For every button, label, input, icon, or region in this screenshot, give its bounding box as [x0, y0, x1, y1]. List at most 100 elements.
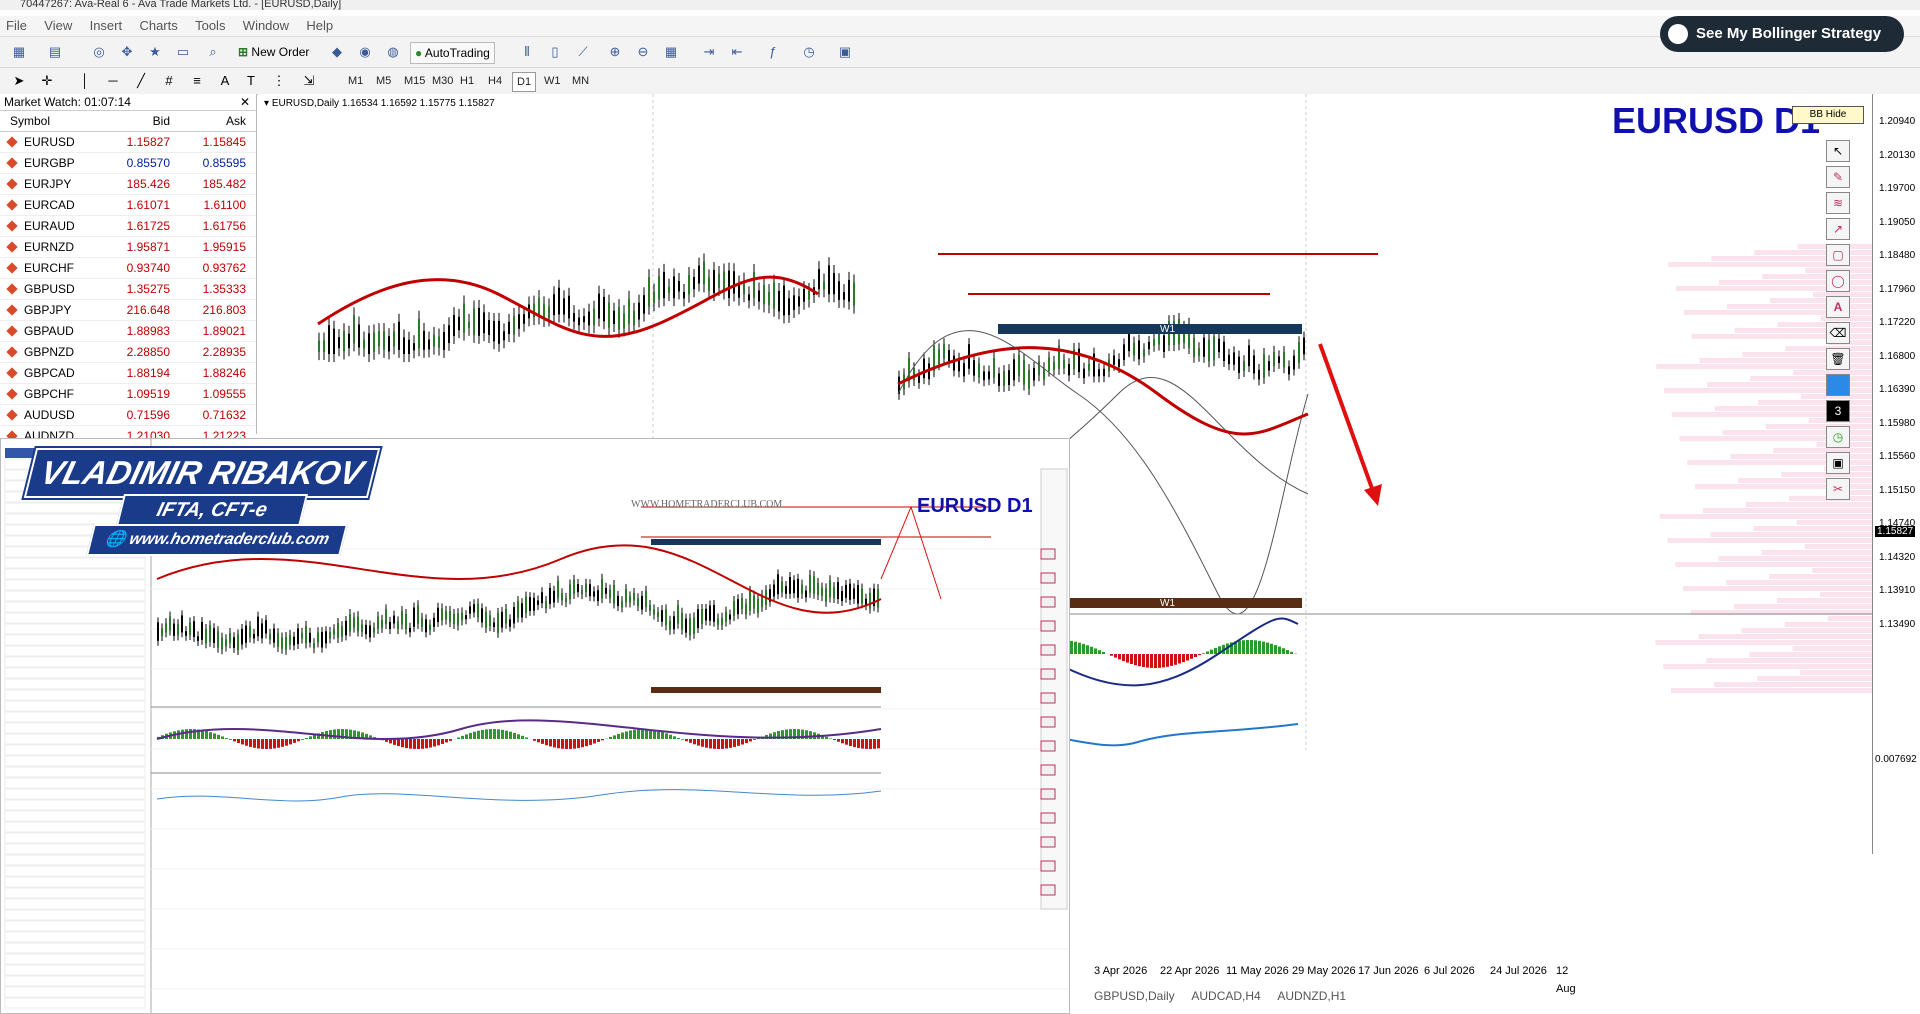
- candle-body: [1053, 362, 1055, 370]
- cursor-icon[interactable]: ➤: [10, 72, 28, 90]
- candlestick-icon[interactable]: ▯: [546, 43, 564, 61]
- volume-profile-bar: [1785, 622, 1872, 627]
- list-item[interactable]: EURCAD1.610711.61100: [0, 195, 256, 216]
- inset-candle-body: [197, 636, 199, 641]
- save-tool-icon[interactable]: ▣: [1826, 452, 1850, 474]
- list-item[interactable]: GBPCAD1.881941.88246: [0, 363, 256, 384]
- menu-view[interactable]: View: [44, 16, 72, 36]
- col-bid[interactable]: Bid: [153, 111, 170, 131]
- close-icon[interactable]: ✕: [240, 94, 250, 110]
- ellipse-tool-icon[interactable]: ◯: [1826, 270, 1850, 292]
- supply-zone: [998, 324, 1302, 334]
- periods-icon[interactable]: ◷: [800, 43, 818, 61]
- autotrading-button[interactable]: ● AutoTrading: [410, 42, 495, 64]
- new-chart-icon[interactable]: ▦: [10, 43, 28, 61]
- profiles-icon[interactable]: ▤: [46, 43, 64, 61]
- lines-tool-icon[interactable]: ≋: [1826, 192, 1850, 214]
- delete-tool-icon[interactable]: 🗑: [1826, 348, 1850, 370]
- templates-icon[interactable]: ▣: [836, 43, 854, 61]
- tf-h4[interactable]: H4: [484, 72, 506, 90]
- tab-audnzd-h1[interactable]: AUDNZD,H1: [1277, 989, 1346, 1003]
- line-chart-icon[interactable]: ⟋: [574, 43, 592, 61]
- tile-windows-icon[interactable]: ▦: [662, 43, 680, 61]
- tf-h1[interactable]: H1: [456, 72, 478, 90]
- list-item[interactable]: EURCHF0.937400.93762: [0, 258, 256, 279]
- menu-charts[interactable]: Charts: [139, 16, 177, 36]
- inset-macd-bar: [429, 739, 432, 748]
- new-order-button[interactable]: ⊞ New Order: [238, 42, 309, 62]
- scissors-tool-icon[interactable]: ✂: [1826, 478, 1850, 500]
- vertical-line-icon[interactable]: │: [76, 72, 94, 90]
- arrow-tool-icon[interactable]: ↗: [1826, 218, 1850, 240]
- data-window-icon[interactable]: ✥: [118, 43, 136, 61]
- menu-file[interactable]: File: [6, 16, 27, 36]
- list-item[interactable]: EURGBP0.855700.85595: [0, 153, 256, 174]
- candle-body: [953, 356, 955, 371]
- inset-tool-icon: [1041, 861, 1055, 871]
- col-ask[interactable]: Ask: [226, 111, 246, 131]
- indicators-icon[interactable]: ƒ: [764, 43, 782, 61]
- cursor-tool-icon[interactable]: ↖: [1826, 140, 1850, 162]
- zoom-out-icon[interactable]: ⊖: [634, 43, 652, 61]
- menu-insert[interactable]: Insert: [90, 16, 123, 36]
- bb-hide-button[interactable]: BB Hide: [1792, 106, 1864, 124]
- clock-tool-icon[interactable]: ◷: [1826, 426, 1850, 448]
- list-item[interactable]: GBPNZD2.288502.28935: [0, 342, 256, 363]
- strategy-tester-icon[interactable]: ⌕: [204, 43, 222, 61]
- market-icon[interactable]: ◍: [384, 43, 402, 61]
- tf-mn[interactable]: MN: [568, 72, 593, 90]
- zoom-in-icon[interactable]: ⊕: [606, 43, 624, 61]
- market-watch-icon[interactable]: ◎: [90, 43, 108, 61]
- width-tool-icon[interactable]: 3: [1826, 400, 1850, 422]
- eraser-tool-icon[interactable]: ⌫: [1826, 322, 1850, 344]
- label-icon[interactable]: T: [242, 72, 260, 90]
- tf-m15[interactable]: M15: [400, 72, 429, 90]
- autoscroll-icon[interactable]: ⇤: [728, 43, 746, 61]
- list-item[interactable]: EURNZD1.958711.95915: [0, 237, 256, 258]
- gann-icon[interactable]: ⋮: [270, 72, 288, 90]
- chart-shift-icon[interactable]: ⇥: [700, 43, 718, 61]
- tf-m1[interactable]: M1: [344, 72, 367, 90]
- fibonacci-icon[interactable]: ≡: [188, 72, 206, 90]
- list-item[interactable]: GBPCHF1.095191.09555: [0, 384, 256, 405]
- rectangle-tool-icon[interactable]: ▢: [1826, 244, 1850, 266]
- candle-body: [1068, 364, 1070, 375]
- shapes-icon[interactable]: ⇲: [300, 72, 318, 90]
- price-axis[interactable]: 1.209401.201301.197001.190501.184801.179…: [1872, 94, 1920, 854]
- menu-tools[interactable]: Tools: [195, 16, 225, 36]
- inset-macd-bar: [689, 739, 692, 743]
- tf-m5[interactable]: M5: [372, 72, 395, 90]
- text-icon[interactable]: A: [216, 72, 234, 90]
- tf-w1[interactable]: W1: [540, 72, 565, 90]
- list-item[interactable]: GBPAUD1.889831.89021: [0, 321, 256, 342]
- tab-gbpusd-daily[interactable]: GBPUSD,Daily: [1094, 989, 1175, 1003]
- channel-icon[interactable]: #: [160, 72, 178, 90]
- text-tool-icon[interactable]: A: [1826, 296, 1850, 318]
- inset-macd-bar: [569, 739, 572, 749]
- list-item[interactable]: GBPUSD1.352751.35333: [0, 279, 256, 300]
- signals-icon[interactable]: ◉: [356, 43, 374, 61]
- terminal-icon[interactable]: ▭: [174, 43, 192, 61]
- list-item[interactable]: EURUSD1.158271.15845: [0, 132, 256, 153]
- menu-help[interactable]: Help: [306, 16, 333, 36]
- list-item[interactable]: GBPJPY216.648216.803: [0, 300, 256, 321]
- color-swatch-icon[interactable]: [1826, 374, 1850, 396]
- tab-audcad-h4[interactable]: AUDCAD,H4: [1191, 989, 1260, 1003]
- list-item[interactable]: AUDUSD0.715960.71632: [0, 405, 256, 426]
- promo-pill[interactable]: See My Bollinger Strategy: [1660, 16, 1904, 52]
- list-item[interactable]: EURJPY185.426185.482: [0, 174, 256, 195]
- col-symbol[interactable]: Symbol: [10, 111, 50, 131]
- crosshair-icon[interactable]: ✛: [38, 72, 56, 90]
- menu-window[interactable]: Window: [243, 16, 289, 36]
- metaeditor-icon[interactable]: ◆: [328, 43, 346, 61]
- inset-macd-bar: [541, 739, 544, 744]
- trendline-icon[interactable]: ╱: [132, 72, 150, 90]
- tf-d1[interactable]: D1: [512, 72, 536, 92]
- horizontal-line-icon[interactable]: ─: [104, 72, 122, 90]
- symbol-name: EURJPY: [24, 174, 71, 194]
- tf-m30[interactable]: M30: [428, 72, 457, 90]
- bar-chart-icon[interactable]: ⫴: [518, 43, 536, 61]
- navigator-icon[interactable]: ★: [146, 43, 164, 61]
- list-item[interactable]: EURAUD1.617251.61756: [0, 216, 256, 237]
- pencil-tool-icon[interactable]: ✎: [1826, 166, 1850, 188]
